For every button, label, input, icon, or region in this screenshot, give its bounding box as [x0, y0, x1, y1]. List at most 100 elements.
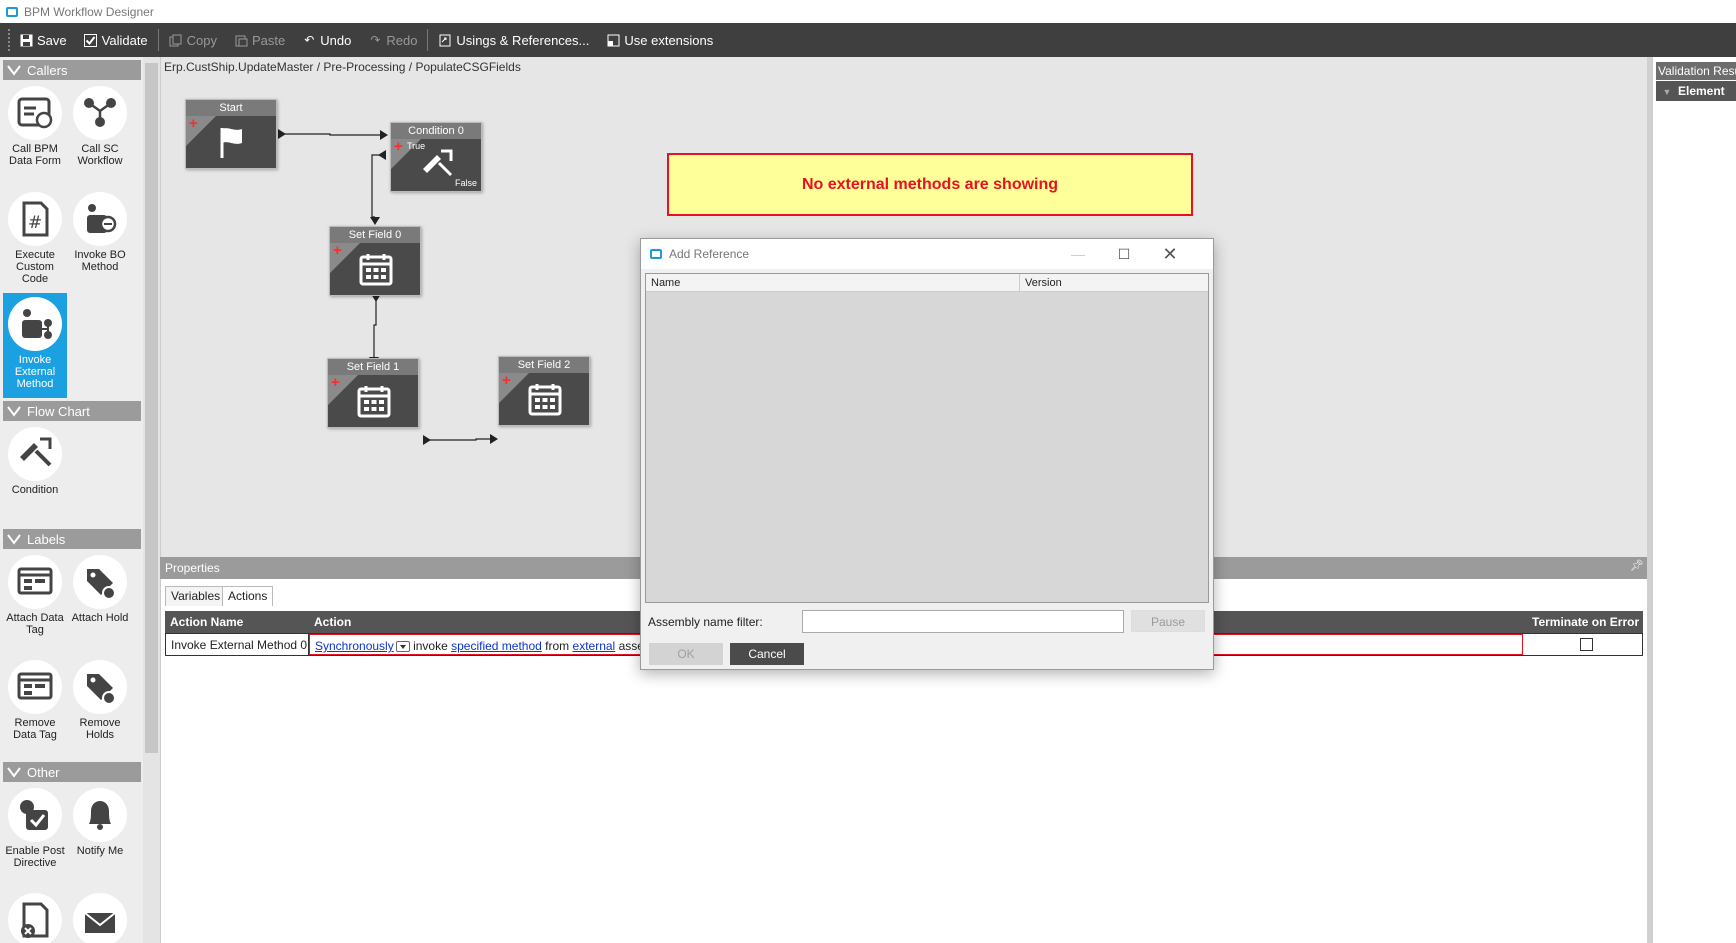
remove-data-tag-icon	[8, 660, 62, 714]
node-set-field-1[interactable]: Set Field 1 +	[327, 358, 419, 428]
hold-tag-icon	[73, 555, 127, 609]
palette-remove-holds[interactable]: Remove Holds	[68, 656, 132, 746]
cancel-document-icon	[8, 893, 62, 943]
toolbar: Save Validate Copy Paste ↶ Undo ↷ Redo U…	[0, 23, 1736, 57]
node-set-field-2[interactable]: Set Field 2 +	[498, 356, 590, 426]
title-bar: BPM Workflow Designer	[0, 0, 1736, 23]
undo-button[interactable]: ↶ Undo	[302, 33, 351, 48]
extensions-icon	[606, 33, 620, 47]
use-extensions-button[interactable]: Use extensions	[606, 33, 713, 48]
add-icon[interactable]: +	[502, 373, 511, 388]
add-icon[interactable]: +	[394, 139, 403, 154]
copy-icon	[169, 33, 183, 47]
warning-annotation: No external methods are showing	[667, 153, 1193, 216]
specified-method-link[interactable]: specified method	[451, 639, 542, 653]
toolbar-separator	[157, 29, 159, 51]
app-icon	[6, 6, 18, 17]
tab-variables[interactable]: Variables	[165, 586, 227, 606]
reference-list[interactable]: Name Version	[645, 273, 1209, 603]
cancel-button[interactable]: Cancel	[730, 643, 804, 665]
column-version[interactable]: Version	[1020, 274, 1208, 292]
node-condition-0[interactable]: Condition 0 + True False	[390, 122, 482, 192]
palette-call-bpm-data-form[interactable]: Call BPM Data Form	[3, 82, 67, 182]
external-method-icon	[8, 297, 62, 351]
close-icon[interactable]: ✕	[1147, 239, 1193, 269]
palette-remove-data-tag[interactable]: Remove Data Tag	[3, 656, 67, 746]
palette-scrollbar[interactable]	[143, 57, 160, 943]
toolbar-grip-icon[interactable]	[8, 29, 11, 51]
pause-button[interactable]: Pause	[1131, 610, 1205, 632]
maximize-icon[interactable]: ☐	[1101, 239, 1147, 269]
validation-grid-header: ▼ Element	[1656, 81, 1736, 101]
app-icon	[650, 249, 662, 259]
palette-enable-post-directive[interactable]: Enable Post Directive	[3, 784, 67, 884]
data-form-icon	[8, 86, 62, 140]
validation-panel	[1652, 57, 1736, 943]
palette-scroll-thumb[interactable]	[145, 63, 158, 753]
assembly-filter-input[interactable]	[802, 610, 1124, 633]
column-action-name[interactable]: Action Name	[165, 611, 305, 633]
node-start[interactable]: Start +	[185, 99, 277, 169]
validate-button[interactable]: Validate	[84, 33, 148, 48]
envelope-icon	[73, 893, 127, 943]
palette-execute-custom-code[interactable]: # Execute Custom Code	[3, 188, 67, 288]
section-labels-label: Labels	[27, 531, 66, 547]
palette-invoke-external-method[interactable]: Invoke External Method	[3, 293, 67, 398]
palette-item-label: Condition	[11, 484, 59, 496]
column-name[interactable]: Name	[646, 274, 1020, 292]
external-link[interactable]: external	[573, 639, 616, 653]
palette-send-email[interactable]	[68, 889, 132, 943]
add-icon[interactable]: +	[189, 116, 198, 131]
palette-cancel-document[interactable]	[3, 889, 67, 943]
terminate-on-error-checkbox[interactable]	[1580, 638, 1593, 651]
palette-item-label: Remove Data Tag	[13, 717, 57, 741]
palette-item-label: Notify Me	[76, 845, 124, 857]
false-branch-label: False	[454, 178, 477, 188]
tab-actions[interactable]: Actions	[222, 586, 274, 606]
save-button[interactable]: Save	[19, 33, 67, 48]
chevron-down-icon	[7, 406, 21, 417]
undo-label: Undo	[320, 32, 352, 48]
palette-item-label: Execute Custom Code	[15, 249, 55, 285]
chevron-down-icon	[7, 65, 21, 76]
palette-notify-me[interactable]: Notify Me	[68, 784, 132, 864]
bell-icon	[73, 788, 127, 842]
ok-button[interactable]: OK	[649, 643, 723, 665]
add-icon[interactable]: +	[331, 375, 340, 390]
column-terminate-on-error[interactable]: Terminate on Error	[1527, 611, 1643, 633]
add-reference-dialog: Add Reference — ☐ ✕ Name Version Assembl…	[640, 238, 1214, 670]
dialog-title: Add Reference	[669, 247, 750, 261]
section-flowchart-header[interactable]: Flow Chart	[3, 401, 141, 421]
expand-caret-icon[interactable]: ▼	[1656, 82, 1678, 102]
palette-invoke-bo-method[interactable]: Invoke BO Method	[68, 188, 132, 288]
use-extensions-label: Use extensions	[624, 32, 714, 48]
synchronously-link[interactable]: Synchronously	[315, 639, 394, 653]
invoke-text: invoke	[413, 639, 448, 653]
palette-call-sc-workflow[interactable]: Call SC Workflow	[68, 82, 132, 182]
paste-button[interactable]: Paste	[234, 33, 285, 48]
element-column-header[interactable]: Element	[1678, 84, 1725, 98]
node-set-field-0[interactable]: Set Field 0 +	[329, 226, 421, 296]
section-other-label: Other	[27, 764, 60, 780]
add-icon[interactable]: +	[333, 243, 342, 258]
palette-attach-data-tag[interactable]: Attach Data Tag	[3, 551, 67, 641]
copy-button[interactable]: Copy	[169, 33, 217, 48]
section-other-header[interactable]: Other	[3, 762, 141, 782]
palette-condition[interactable]: Condition	[3, 423, 67, 503]
usings-references-button[interactable]: Usings & References...	[438, 33, 589, 48]
pin-icon[interactable]: 📌︎	[1630, 559, 1644, 572]
workflow-icon	[73, 86, 127, 140]
palette-item-label: Call SC Workflow	[77, 143, 123, 167]
section-labels-header[interactable]: Labels	[3, 529, 141, 549]
chevron-down-icon[interactable]	[395, 641, 410, 653]
redo-button[interactable]: ↷ Redo	[368, 33, 417, 48]
section-callers-header[interactable]: Callers	[3, 60, 141, 80]
redo-label: Redo	[386, 32, 418, 48]
palette-attach-hold[interactable]: Attach Hold	[68, 551, 132, 641]
from-text: from	[545, 639, 570, 653]
action-name-cell: Invoke External Method 0	[166, 634, 309, 655]
node-title: Start	[186, 100, 276, 116]
palette-item-label: Enable Post Directive	[5, 845, 65, 869]
minimize-icon[interactable]: —	[1055, 239, 1101, 269]
calendar-icon	[359, 254, 393, 286]
